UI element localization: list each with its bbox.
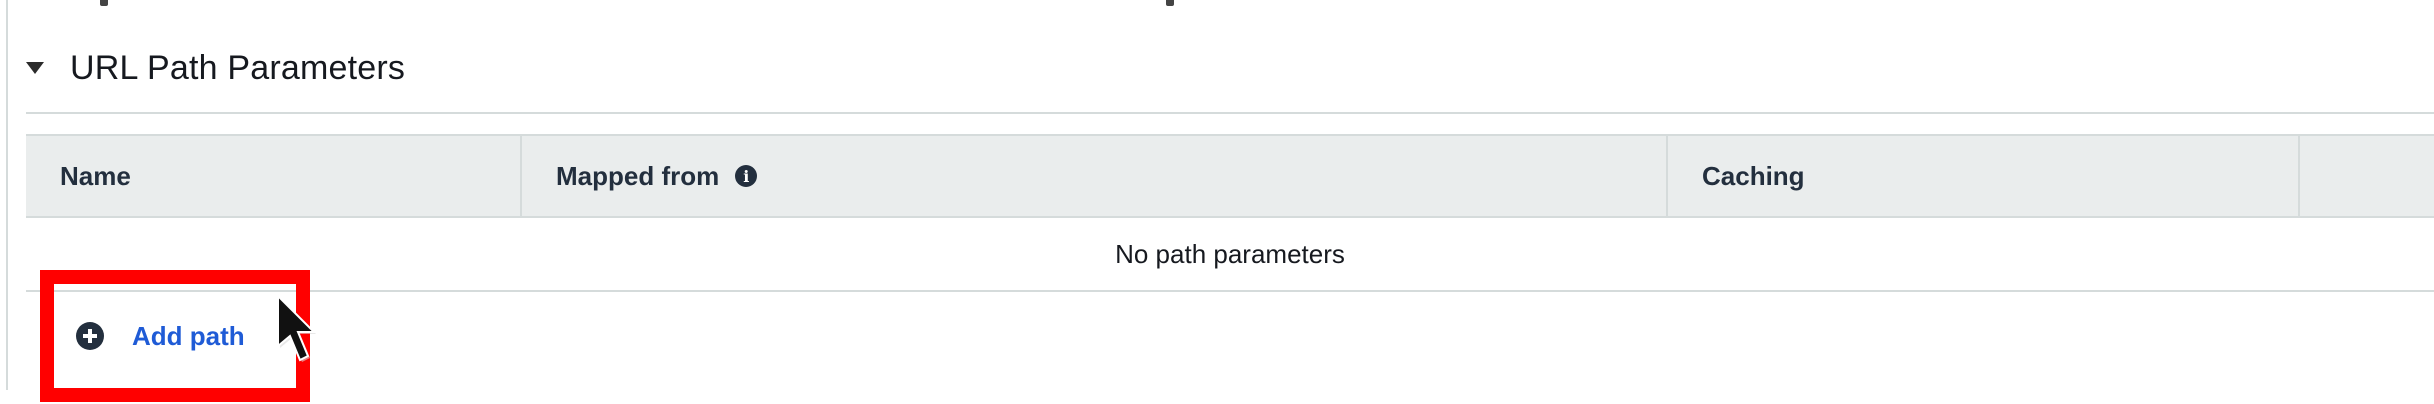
add-path-button[interactable]: Add path [76, 321, 245, 352]
cutoff-text-fragment [1166, 0, 1174, 8]
highlight-box: Add path [40, 270, 310, 402]
section-toggle[interactable]: URL Path Parameters [20, 38, 405, 98]
empty-message: No path parameters [1115, 238, 1345, 269]
caret-down-icon [26, 62, 44, 74]
table-empty-row: No path parameters [26, 218, 2434, 292]
section-title: URL Path Parameters [70, 48, 406, 87]
section-left-border [6, 0, 8, 390]
section-divider [26, 112, 2434, 114]
table-header: Name Mapped from i Caching [26, 134, 2434, 218]
column-header-actions [2300, 136, 2434, 216]
add-path-label: Add path [132, 320, 245, 351]
info-icon[interactable]: i [735, 165, 758, 187]
mouse-pointer-icon [277, 294, 316, 362]
plus-circle-icon [76, 322, 104, 350]
column-header-name: Name [26, 136, 522, 216]
column-header-caching: Caching [1668, 136, 2300, 216]
column-header-mapped-from: Mapped from i [522, 136, 1668, 216]
cutoff-text-fragment [100, 0, 108, 8]
path-parameters-table: Name Mapped from i Caching No path param… [26, 134, 2434, 292]
